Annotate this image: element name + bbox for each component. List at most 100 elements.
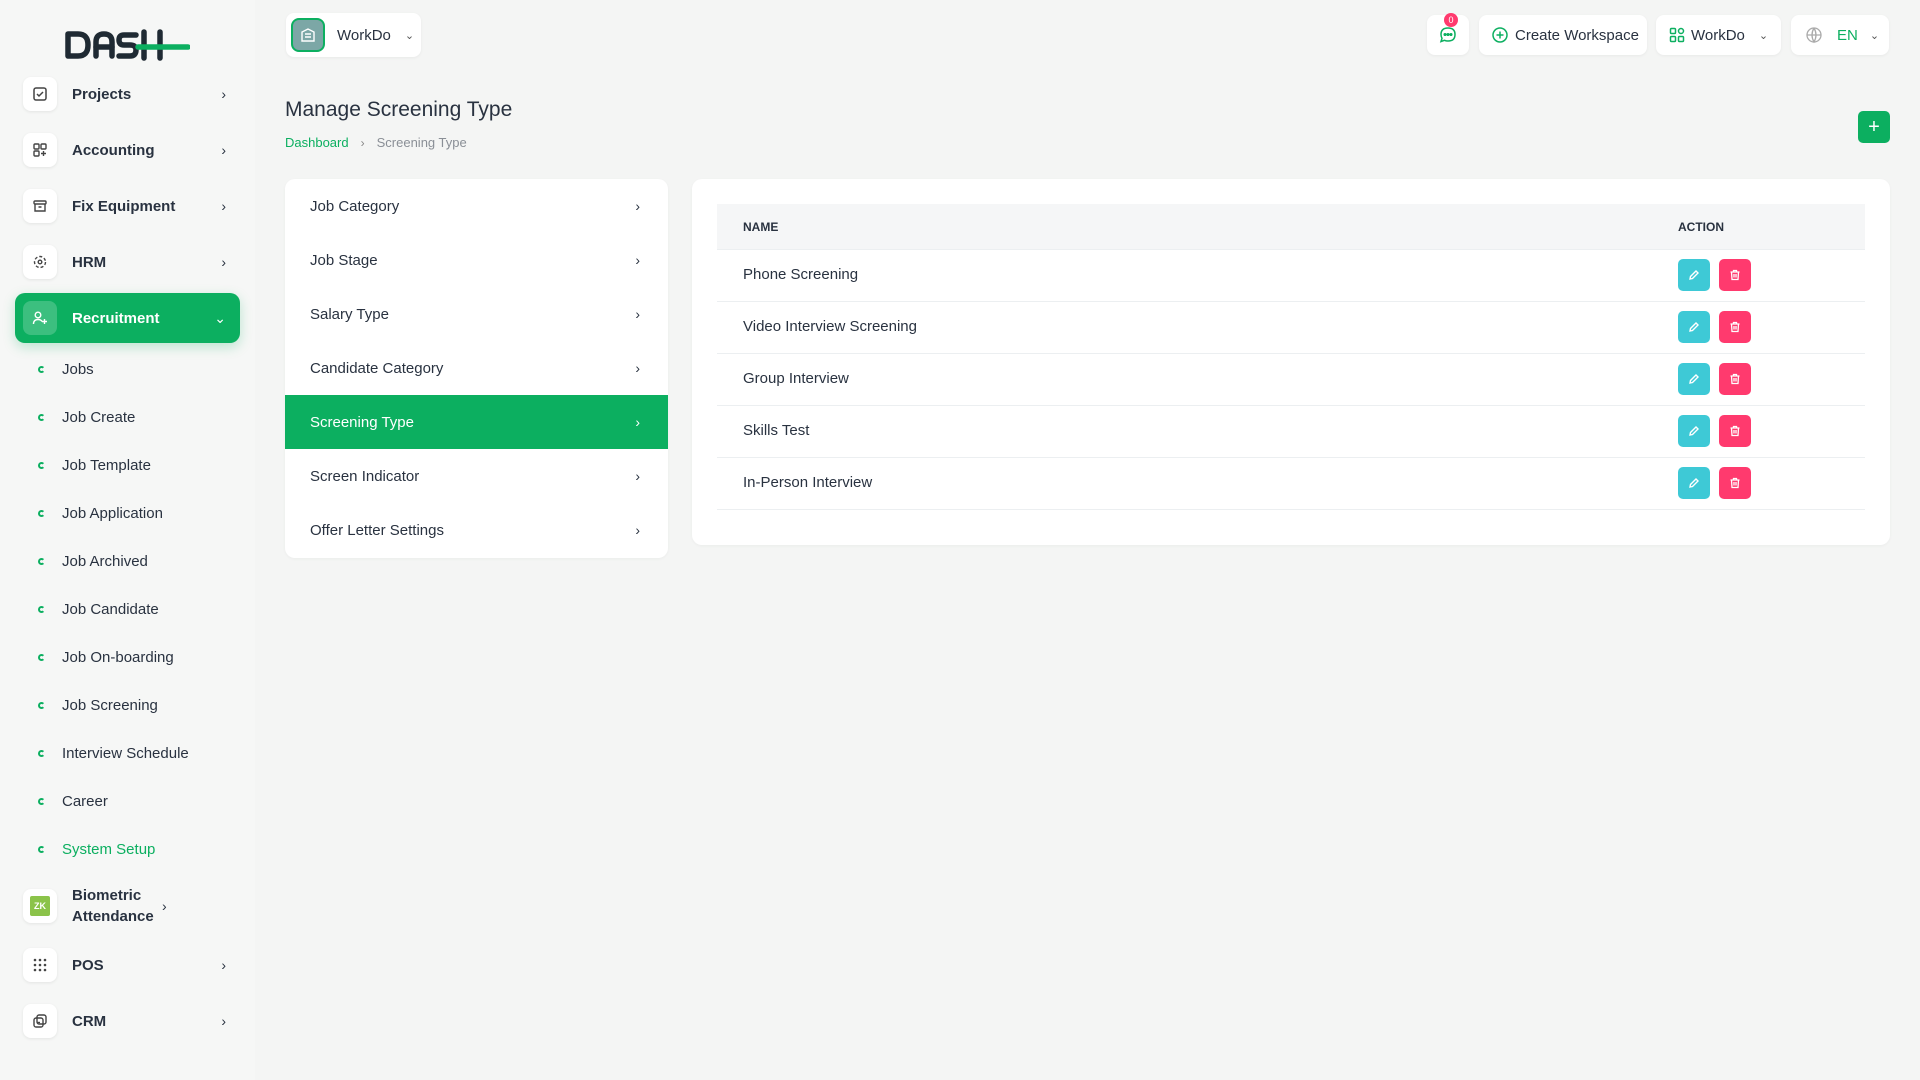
screening-type-name: Video Interview Screening	[743, 318, 917, 335]
bullet-icon	[38, 605, 45, 613]
edit-button[interactable]	[1678, 363, 1710, 395]
globe-icon	[1806, 27, 1822, 44]
sidebar-item-label: Recruitment	[72, 309, 160, 327]
sidebar-subitem-interview-schedule[interactable]: Interview Schedule	[38, 741, 189, 765]
workspace-menu-button[interactable]: WorkDo ⌄	[1656, 15, 1781, 55]
sidebar-item-label: Biometric Attendance	[72, 887, 154, 925]
screening-type-table-card: NAME ACTION Phone Screening Video Interv…	[692, 179, 1890, 545]
sidebar-item-crm[interactable]: CRM ›	[15, 996, 240, 1046]
workspace-menu-label: WorkDo	[1691, 26, 1745, 44]
edit-button[interactable]	[1678, 311, 1710, 343]
sidebar-item-label: Accounting	[72, 141, 155, 159]
sidebar-subitem-job-onboarding[interactable]: Job On-boarding	[38, 645, 174, 669]
table-row: Phone Screening	[717, 250, 1865, 302]
chevron-down-icon: ⌄	[1758, 29, 1769, 42]
sidebar-item-hrm[interactable]: HRM ›	[15, 237, 240, 287]
trash-icon	[1730, 477, 1740, 489]
pencil-icon	[1689, 374, 1699, 384]
chevron-right-icon: ›	[635, 306, 640, 322]
trash-icon	[1730, 425, 1740, 437]
screening-type-name: In-Person Interview	[743, 474, 873, 491]
notifications-button[interactable]: 0	[1427, 13, 1469, 55]
settings-menu-label: Candidate Category	[310, 359, 444, 377]
sidebar-item-accounting[interactable]: Accounting ›	[15, 125, 240, 175]
sidebar-subitem-system-setup[interactable]: System Setup	[38, 837, 155, 861]
sidebar-subitem-label: Interview Schedule	[62, 744, 189, 762]
sidebar-item-biometric-attendance[interactable]: ZK Biometric Attendance ›	[15, 880, 240, 932]
edit-button[interactable]	[1678, 259, 1710, 291]
grid-icon	[23, 133, 57, 167]
chevron-right-icon: ›	[162, 898, 167, 914]
bullet-icon	[38, 797, 45, 805]
workspace-select[interactable]: WorkDo ⌄	[286, 13, 421, 57]
delete-button[interactable]	[1719, 259, 1751, 291]
settings-menu-job-category[interactable]: Job Category ›	[285, 179, 668, 233]
table-row: Video Interview Screening	[717, 302, 1865, 354]
column-header-action: ACTION	[1678, 220, 1724, 234]
trash-icon	[1730, 321, 1740, 333]
column-header-name[interactable]: NAME	[743, 220, 778, 234]
bullet-icon	[38, 653, 45, 661]
sidebar-subitem-label: Job Candidate	[62, 600, 159, 618]
sidebar-subitem-label: Job Archived	[62, 552, 148, 570]
settings-menu-salary-type[interactable]: Salary Type ›	[285, 287, 668, 341]
chevron-right-icon: ›	[635, 522, 640, 538]
pencil-icon	[1689, 270, 1699, 280]
bullet-icon	[38, 749, 45, 757]
edit-button[interactable]	[1678, 415, 1710, 447]
create-workspace-button[interactable]: Create Workspace	[1479, 15, 1647, 55]
pencil-icon	[1689, 478, 1699, 488]
sidebar-subitem-job-create[interactable]: Job Create	[38, 405, 135, 429]
chevron-down-icon: ⌄	[404, 29, 415, 42]
settings-menu-screen-indicator[interactable]: Screen Indicator ›	[285, 449, 668, 503]
dots-grid-icon	[23, 948, 57, 982]
sidebar-subitem-career[interactable]: Career	[38, 789, 108, 813]
settings-menu-job-stage[interactable]: Job Stage ›	[285, 233, 668, 287]
settings-menu-candidate-category[interactable]: Candidate Category ›	[285, 341, 668, 395]
table-row: In-Person Interview	[717, 458, 1865, 510]
chevron-right-icon: ›	[221, 198, 226, 214]
breadcrumb-dashboard-link[interactable]: Dashboard	[285, 135, 349, 150]
chevron-right-icon: ›	[221, 142, 226, 158]
screening-type-name: Group Interview	[743, 370, 849, 387]
chevron-right-icon: ›	[221, 1013, 226, 1029]
delete-button[interactable]	[1719, 363, 1751, 395]
sidebar-subitem-job-archived[interactable]: Job Archived	[38, 549, 148, 573]
sidebar-item-fix-equipment[interactable]: Fix Equipment ›	[15, 181, 240, 231]
sidebar-subitem-job-candidate[interactable]: Job Candidate	[38, 597, 159, 621]
edit-button[interactable]	[1678, 467, 1710, 499]
sidebar-item-label: HRM	[72, 253, 107, 271]
sidebar-subitem-job-template[interactable]: Job Template	[38, 453, 151, 477]
delete-button[interactable]	[1719, 415, 1751, 447]
dash-logo[interactable]	[64, 28, 190, 62]
create-workspace-label: Create Workspace	[1515, 26, 1639, 44]
sidebar-item-pos[interactable]: POS ›	[15, 940, 240, 990]
settings-menu-label: Job Category	[310, 197, 400, 215]
bullet-icon	[38, 413, 45, 421]
screening-type-name: Skills Test	[743, 422, 810, 439]
add-screening-type-button[interactable]: +	[1858, 111, 1890, 143]
plus-icon: +	[1868, 115, 1880, 138]
apps-icon	[1669, 27, 1685, 43]
chat-icon	[1439, 27, 1456, 43]
delete-button[interactable]	[1719, 467, 1751, 499]
sidebar-item-recruitment[interactable]: Recruitment ⌄	[15, 293, 240, 343]
chevron-right-icon: ›	[360, 135, 365, 150]
settings-menu-offer-letter-settings[interactable]: Offer Letter Settings ›	[285, 503, 668, 557]
settings-menu-screening-type[interactable]: Screening Type ›	[285, 395, 668, 449]
sidebar-subitem-label: Job Template	[62, 456, 151, 474]
chevron-down-icon: ⌄	[1869, 29, 1880, 42]
sidebar-subitem-job-screening[interactable]: Job Screening	[38, 693, 158, 717]
settings-menu: Job Category › Job Stage › Salary Type ›…	[285, 179, 668, 558]
chevron-right-icon: ›	[635, 252, 640, 268]
sidebar-subitem-job-application[interactable]: Job Application	[38, 501, 163, 525]
sidebar-subitem-jobs[interactable]: Jobs	[38, 357, 94, 381]
language-button[interactable]: EN ⌄	[1791, 15, 1889, 55]
crm-icon	[23, 1004, 57, 1038]
sidebar-item-label: CRM	[72, 1012, 107, 1030]
chevron-right-icon: ›	[635, 468, 640, 484]
sidebar-subitem-label: Job On-boarding	[62, 648, 174, 666]
delete-button[interactable]	[1719, 311, 1751, 343]
sidebar-item-projects[interactable]: Projects ›	[15, 69, 240, 119]
chevron-right-icon: ›	[635, 360, 640, 376]
